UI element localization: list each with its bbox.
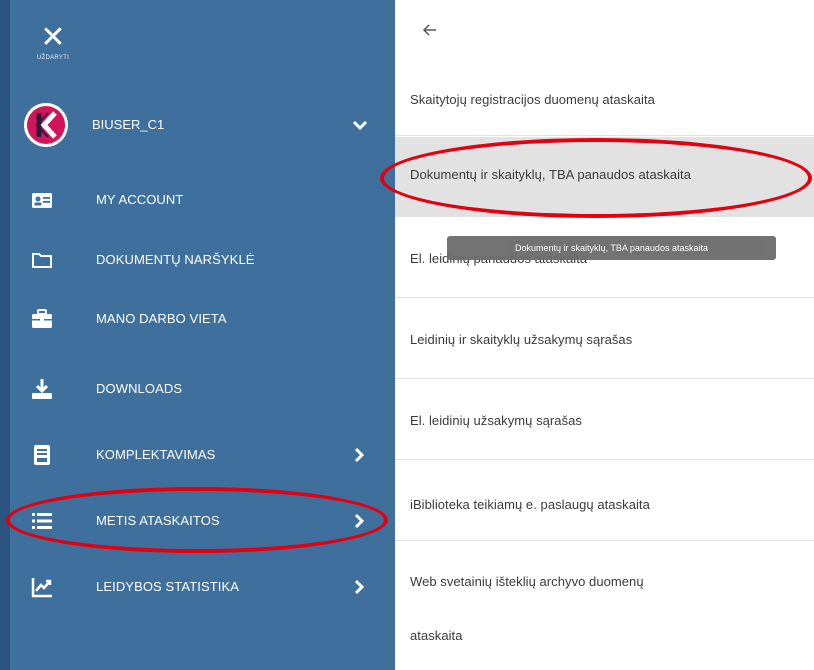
- nav-label-document-browser: DOKUMENTŲ NARŠYKLĖ: [96, 252, 255, 267]
- report-label: El. leidinių užsakymų sąrašas: [410, 413, 582, 428]
- reports-panel: Skaitytojų registracijos duomenų ataskai…: [395, 0, 814, 670]
- chevron-right-icon: [354, 447, 365, 463]
- nav-label-downloads: DOWNLOADS: [96, 381, 183, 396]
- nav-item-my-account[interactable]: MY ACCOUNT: [0, 178, 395, 222]
- report-item-reader-registration[interactable]: Skaitytojų registracijos duomenų ataskai…: [395, 68, 814, 136]
- report-item-e-orders-list[interactable]: El. leidinių užsakymų sąrašas: [395, 380, 814, 460]
- user-menu[interactable]: BIUSER_C1: [0, 100, 395, 150]
- report-item-orders-list[interactable]: Leidinių ir skaityklų užsakymų sąrašas: [395, 299, 814, 379]
- report-label: Web svetainių išteklių archyvo duomenų: [410, 574, 644, 589]
- close-menu-button[interactable]: ✕ UŽDARYTI: [33, 21, 73, 68]
- report-label: Leidinių ir skaityklų užsakymų sąrašas: [410, 332, 633, 347]
- nav-item-metis-reports[interactable]: METIS ATASKAITOS: [0, 499, 395, 543]
- book-icon: [34, 445, 50, 465]
- nav-label-publishing-statistics: LEIDYBOS STATISTIKA: [96, 579, 240, 594]
- nav-item-publishing-statistics[interactable]: LEIDYBOS STATISTIKA: [0, 565, 395, 609]
- chevron-right-icon: [354, 513, 365, 529]
- briefcase-icon: [32, 309, 52, 328]
- nav-item-document-browser[interactable]: DOKUMENTŲ NARŠYKLĖ: [0, 238, 395, 282]
- report-item-web-archive[interactable]: Web svetainių išteklių archyvo duomenų a…: [395, 542, 814, 670]
- report-item-ibiblioteka-services[interactable]: iBiblioteka teikiamų e. paslaugų ataskai…: [395, 461, 814, 541]
- report-label: Dokumentų ir skaityklų, TBA panaudos ata…: [410, 167, 691, 182]
- report-label: iBiblioteka teikiamų e. paslaugų ataskai…: [410, 497, 650, 512]
- report-item-documents-tba-usage[interactable]: Dokumentų ir skaityklų, TBA panaudos ata…: [395, 137, 814, 217]
- nav-label-acquisition: KOMPLEKTAVIMAS: [96, 447, 216, 462]
- report-label: ataskaita: [410, 628, 463, 643]
- close-icon: ✕: [40, 21, 66, 54]
- id-card-icon: [32, 193, 52, 208]
- download-icon: [32, 379, 52, 399]
- chevron-right-icon: [354, 579, 365, 595]
- close-menu-label: UŽDARYTI: [36, 55, 70, 61]
- chart-icon: [31, 578, 52, 598]
- back-arrow-icon[interactable]: [420, 20, 440, 40]
- nav-item-downloads[interactable]: DOWNLOADS: [0, 367, 395, 411]
- user-name: BIUSER_C1: [92, 117, 165, 132]
- report-label: Skaitytojų registracijos duomenų ataskai…: [410, 92, 655, 107]
- chevron-down-icon[interactable]: [349, 114, 371, 136]
- avatar: [24, 103, 68, 147]
- nav-label-my-account: MY ACCOUNT: [96, 192, 184, 207]
- nav-item-acquisition[interactable]: KOMPLEKTAVIMAS: [0, 433, 395, 477]
- sidebar: ✕ UŽDARYTI BIUSER_C1 MY ACCOUNT DOKUMENT…: [0, 0, 395, 670]
- nav-label-workspace: MANO DARBO VIETA: [96, 311, 227, 326]
- nav-label-metis-reports: METIS ATASKAITOS: [96, 513, 220, 528]
- nav-item-workspace[interactable]: MANO DARBO VIETA: [0, 297, 395, 341]
- folder-icon: [32, 253, 52, 268]
- list-icon: [32, 513, 52, 529]
- tooltip: Dokumentų ir skaityklų, TBA panaudos ata…: [447, 236, 776, 260]
